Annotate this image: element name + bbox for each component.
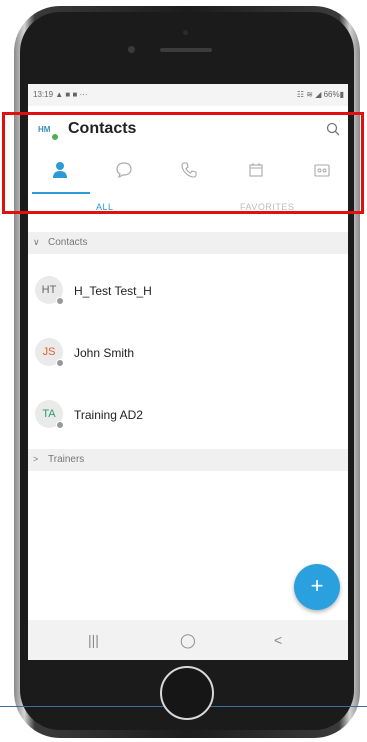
- earpiece-speaker: [160, 48, 212, 52]
- contact-name: Training AD2: [74, 408, 143, 422]
- front-camera: [128, 46, 135, 53]
- add-button[interactable]: +: [294, 564, 340, 610]
- status-bar-left: 13:19 ▲ ■ ■ ···: [33, 90, 88, 99]
- avatar-initials: TA: [42, 408, 56, 420]
- avatar-initials: HT: [41, 284, 57, 296]
- presence-dot: [56, 297, 64, 305]
- presence-dot: [56, 421, 64, 429]
- section-label: Trainers: [48, 454, 85, 465]
- contact-name: H_Test Test_H: [74, 284, 152, 298]
- highlight-box: [2, 112, 364, 214]
- avatar-initials: JS: [42, 346, 56, 358]
- back-button[interactable]: <: [274, 632, 282, 648]
- contact-name: John Smith: [74, 346, 135, 360]
- chevron-down-icon: ∨: [33, 237, 40, 247]
- status-bar: 13:19 ▲ ■ ■ ··· ☷ ≋ ◢ 66%▮: [28, 84, 348, 106]
- list-item[interactable]: TA Training AD2: [28, 384, 348, 444]
- status-bar-right: ☷ ≋ ◢ 66%▮: [296, 90, 344, 99]
- section-label: Contacts: [48, 237, 88, 248]
- sensor: [183, 30, 188, 35]
- home-nav-button[interactable]: ◯: [180, 632, 196, 649]
- list-item[interactable]: JS John Smith: [28, 322, 348, 382]
- section-contacts[interactable]: ∨ Contacts: [28, 232, 348, 254]
- avatar: HT: [35, 276, 64, 305]
- presence-dot: [56, 359, 64, 367]
- section-trainers[interactable]: > Trainers: [28, 449, 348, 471]
- avatar: JS: [35, 338, 64, 367]
- chevron-right-icon: >: [33, 454, 39, 464]
- recents-button[interactable]: |||: [88, 632, 99, 648]
- avatar: TA: [35, 400, 64, 429]
- android-nav-bar: ||| ◯ <: [28, 620, 348, 660]
- list-item[interactable]: HT H_Test Test_H: [28, 260, 348, 320]
- home-button[interactable]: [160, 666, 214, 720]
